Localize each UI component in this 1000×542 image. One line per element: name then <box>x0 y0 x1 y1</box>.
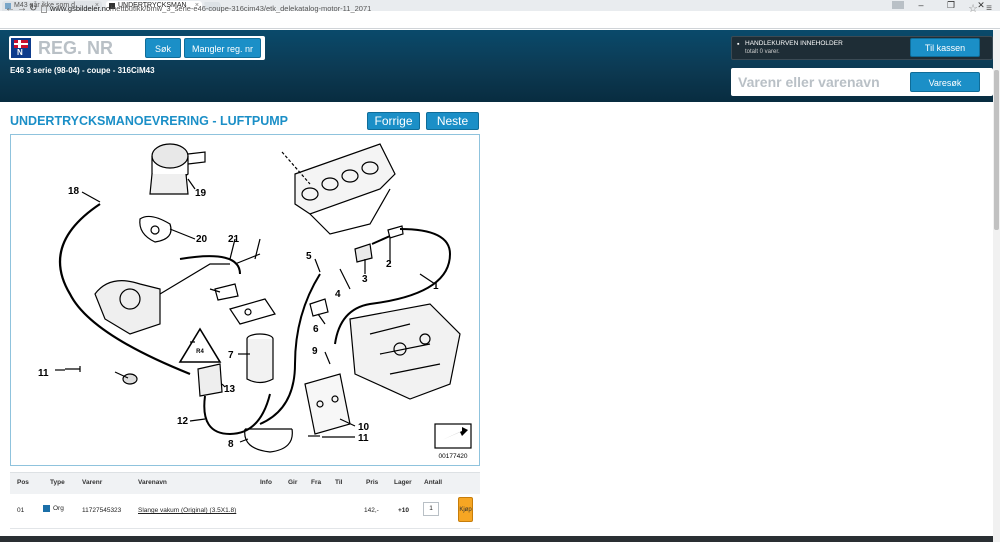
scrollbar-thumb[interactable] <box>994 70 999 230</box>
callout-15: 19 <box>195 188 207 199</box>
back-arrow-icon[interactable]: ← <box>5 3 15 14</box>
callout-2: 2 <box>386 259 392 270</box>
row-varenavn-link[interactable]: Slange vakum (Original) (3.5X1.8) <box>138 507 236 514</box>
callout-1: 1 <box>433 281 439 292</box>
callout-7: 7 <box>228 350 234 361</box>
parts-diagram: 18 19 20 21 5 2 3 4 1 6 7 9 11 13 12 10 … <box>38 143 472 460</box>
product-search-input[interactable]: Varenr eller varenavn <box>738 73 880 91</box>
orientation-arrow-icon <box>434 423 472 449</box>
callout-9: 9 <box>312 346 318 357</box>
diagram-code: 00177420 <box>439 453 468 460</box>
product-search-button[interactable]: Varesøk <box>910 72 980 92</box>
callout-12: 12 <box>177 416 189 427</box>
window-controls: – ❐ ✕ <box>906 0 996 11</box>
next-button[interactable]: Neste <box>426 112 479 130</box>
browser-menu-icon[interactable]: ≡ <box>986 3 992 14</box>
cart-count: totalt 0 varer. <box>745 49 780 55</box>
warning-label: R4 <box>196 349 204 355</box>
minimize-button[interactable]: – <box>906 0 936 11</box>
previous-button[interactable]: Forrige <box>367 112 420 130</box>
forward-arrow-icon[interactable]: → <box>17 3 27 14</box>
url-path: /nettbutikk/bmw_3_serie-e46-coupe-316cim… <box>110 4 372 13</box>
callout-8: 8 <box>228 439 234 450</box>
row-type: Org <box>53 505 64 512</box>
col-gir: Gir <box>288 479 298 486</box>
row-pris: 142,- <box>364 507 379 514</box>
reg-number-input[interactable]: REG. NR <box>38 38 113 58</box>
checkout-button[interactable]: Til kassen <box>910 38 980 57</box>
callout-6: 6 <box>313 324 319 335</box>
col-varenavn: Varenavn <box>138 479 167 486</box>
selected-car-info: E46 3 serie (98-04) - coupe - 316CiM43 <box>10 66 155 75</box>
norway-flag-icon <box>14 40 28 48</box>
col-type: Type <box>50 479 65 486</box>
missing-reg-button[interactable]: Mangler reg. nr <box>184 38 261 58</box>
row-varenr: 11727545323 <box>82 507 122 514</box>
callout-3: 3 <box>362 274 368 285</box>
col-til: Til <box>335 479 343 486</box>
callout-11b: 11 <box>358 433 369 444</box>
url-field[interactable]: www.gsbildeler.no/nettbutikk/bmw_3_serie… <box>50 3 371 14</box>
maximize-button[interactable]: ❐ <box>936 0 966 11</box>
callout-4: 4 <box>335 289 341 300</box>
col-fra: Fra <box>311 479 322 486</box>
col-antall: Antall <box>424 479 443 486</box>
page-title: UNDERTRYCKSMANOEVRERING - LUFTPUMP <box>10 114 289 128</box>
cart-icon: ▪ <box>737 41 740 48</box>
quantity-input[interactable]: 1 <box>423 502 439 516</box>
col-info: Info <box>260 479 272 486</box>
taskbar-edge <box>0 536 993 542</box>
country-letter: N <box>17 48 23 57</box>
callout-13: 13 <box>224 384 236 395</box>
cart-title: HANDLEKURVEN INNEHOLDER <box>745 40 843 47</box>
url-host: www.gsbildeler.no <box>50 4 111 13</box>
row-divider <box>10 528 480 529</box>
col-pos: Pos <box>17 479 29 486</box>
user-profile-icon[interactable] <box>892 1 904 9</box>
reload-icon[interactable]: ↻ <box>29 3 37 14</box>
callout-11: 11 <box>38 368 49 379</box>
callout-16: 20 <box>196 234 208 245</box>
buy-button[interactable]: Kjøp <box>458 497 473 522</box>
col-varenr: Varenr <box>82 479 103 486</box>
row-pos: 01 <box>17 507 25 514</box>
callout-14: 18 <box>68 186 80 197</box>
col-pris: Pris <box>366 479 379 486</box>
callout-10: 10 <box>358 422 370 433</box>
callout-5: 5 <box>306 251 312 262</box>
page-icon <box>41 5 47 13</box>
col-lager: Lager <box>394 479 412 486</box>
reg-search-button[interactable]: Søk <box>145 38 181 58</box>
row-lager: +10 <box>398 507 410 514</box>
callout-17: 21 <box>228 234 240 245</box>
bookmark-star-icon[interactable]: ☆ <box>968 2 978 15</box>
type-original-icon <box>43 505 50 512</box>
